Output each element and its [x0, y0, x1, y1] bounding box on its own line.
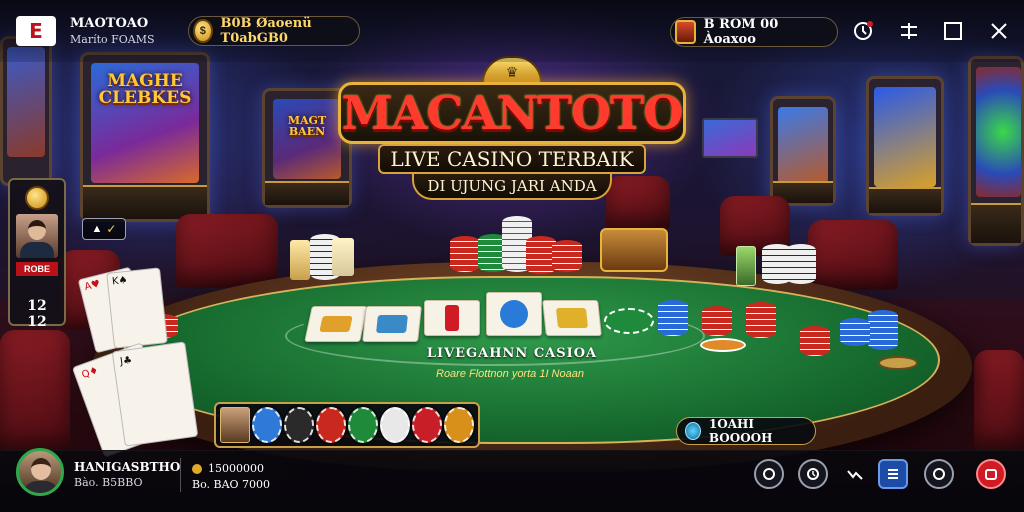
table-card[interactable]: [424, 300, 480, 336]
chip-stack[interactable]: [786, 244, 816, 284]
user-name: HANIGASBTHO: [74, 460, 181, 474]
chip-option[interactable]: [252, 407, 282, 443]
chip-stack[interactable]: [702, 306, 732, 336]
slot-machine-right-2: [866, 76, 944, 216]
coin-icon: [192, 463, 202, 474]
chip-option[interactable]: [412, 407, 442, 443]
chair: [0, 330, 70, 450]
chair: [808, 220, 898, 290]
table-card[interactable]: [304, 306, 368, 342]
coin-icon: $: [193, 19, 213, 43]
logo-tagline-2: DI UJUNG JARI ANDA: [412, 174, 612, 200]
slot-machine-left: MAGHE CLEBKES: [80, 52, 210, 222]
chip-option[interactable]: [348, 407, 378, 443]
playing-card: J♣: [111, 341, 199, 447]
stat-coins: 15000000: [192, 462, 264, 475]
gold-chip[interactable]: [700, 338, 746, 352]
shield-icon: [685, 422, 701, 440]
jackpot-pill[interactable]: $ B0B Øaoenü T0abGB0: [188, 16, 360, 46]
stat-bet-value: Bo. BAO 7000: [192, 478, 271, 491]
history-icon[interactable]: [798, 459, 828, 489]
chip-stack[interactable]: [746, 302, 776, 338]
stat-bet: Bo. BAO 7000: [192, 478, 270, 491]
player-card[interactable]: ROBE 12 12: [8, 178, 66, 330]
chair: [974, 350, 1024, 450]
menu-icon[interactable]: [878, 459, 908, 489]
stat-coins-value: 15000000: [208, 462, 264, 475]
slot-machine-right-1: [770, 96, 836, 206]
chip-stack[interactable]: [658, 300, 688, 336]
glass: [290, 240, 310, 280]
chip-stack[interactable]: [450, 236, 480, 272]
app-badge-icon[interactable]: E: [16, 16, 56, 46]
chip-option[interactable]: [316, 407, 346, 443]
user-sub: Bào. B5BBO: [74, 476, 143, 489]
chat-icon[interactable]: [754, 459, 784, 489]
chip-option[interactable]: [444, 407, 474, 443]
felt-title: LIVEGAHNN CASIOA: [426, 346, 598, 361]
chip-option[interactable]: [380, 407, 410, 443]
glass: [736, 246, 756, 286]
triangle-icon: ▲: [91, 223, 103, 235]
slot-title-left: MAGHE CLEBKES: [98, 71, 192, 108]
app-subtitle: Maríto FOAMS: [70, 33, 155, 46]
chip-stack[interactable]: [800, 326, 830, 356]
wall-screen: [702, 118, 758, 158]
balance-text: 1OAHI BOOOOH: [708, 417, 773, 445]
chair: [176, 214, 278, 288]
playing-card: K♠: [106, 267, 168, 349]
stats-icon[interactable]: [840, 459, 870, 489]
divider: [180, 458, 181, 492]
chip-stack[interactable]: [868, 310, 898, 350]
balance-header-pill[interactable]: B ROM 00 Àoaxoo: [670, 17, 838, 47]
player-tag: ROBE: [16, 262, 58, 276]
table-card[interactable]: [486, 292, 542, 336]
split-screen-icon[interactable]: [896, 18, 922, 44]
table-card[interactable]: [362, 306, 422, 342]
check-icon: ✓: [106, 222, 117, 236]
gold-chip[interactable]: [878, 356, 918, 370]
chip-selector[interactable]: [214, 402, 480, 448]
info-icon[interactable]: [924, 459, 954, 489]
casino-logo: ♛ MACANTOTO LIVE CASINO TERBAIK DI UJUNG…: [338, 56, 686, 206]
slot-machine-right-edge: [968, 56, 1024, 246]
chip-stack[interactable]: [552, 240, 582, 272]
maximize-icon[interactable]: [940, 18, 966, 44]
jackpot-text: B0B Øaoenü T0abGB0: [220, 16, 312, 46]
card-shoe: [600, 228, 668, 272]
glass: [332, 238, 354, 276]
chip-options: [252, 407, 474, 443]
logo-tagline: LIVE CASINO TERBAIK: [378, 144, 646, 174]
trophy-icon: [675, 20, 696, 44]
exit-icon[interactable]: [976, 459, 1006, 489]
avatar: [16, 214, 58, 258]
player-bet: 12 12: [27, 298, 47, 330]
settings-icon[interactable]: [850, 18, 876, 44]
logo-title: MACANTOTO: [338, 82, 686, 144]
avatar[interactable]: [16, 448, 64, 496]
felt-subtitle: Roare Flottnon yorta 1I Noaan: [436, 368, 584, 380]
chip-stack[interactable]: [840, 318, 870, 346]
side-toggle[interactable]: ▲ ✓: [82, 218, 126, 240]
slot-title-mid: MAGT BAEN: [287, 114, 327, 138]
coin-icon: [25, 186, 49, 210]
green-chip-pile[interactable]: [604, 308, 654, 334]
close-icon[interactable]: [986, 18, 1012, 44]
balance-header-text: B ROM 00 Àoaxoo: [703, 17, 779, 47]
chip-option[interactable]: [284, 407, 314, 443]
table-card[interactable]: [542, 300, 602, 336]
app-title: MAOTOAO: [70, 16, 149, 31]
dealer-thumbnail[interactable]: [220, 407, 250, 443]
balance-pill[interactable]: 1OAHI BOOOOH: [676, 417, 816, 445]
